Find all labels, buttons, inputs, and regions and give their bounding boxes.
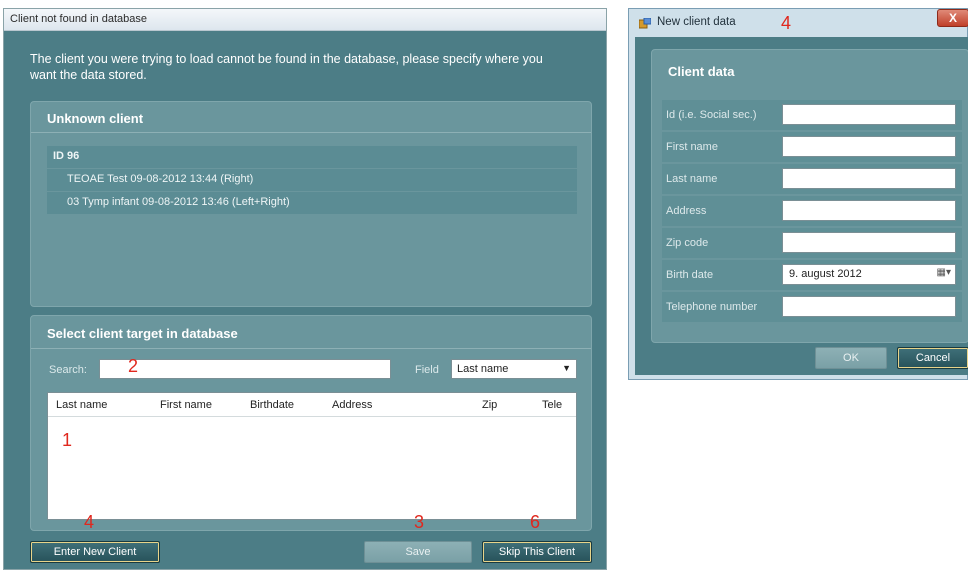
field-select[interactable]: Last name ▼ xyxy=(451,359,577,379)
ok-button[interactable]: OK xyxy=(815,347,887,369)
divider xyxy=(31,132,591,133)
annotation-label: 1 xyxy=(62,430,73,450)
unknown-client-title: Unknown client xyxy=(47,111,144,126)
column-header[interactable]: Last name xyxy=(56,399,107,411)
session-row[interactable]: TEOAE Test 09-08-2012 13:44 (Right) xyxy=(47,169,577,191)
last-name-field[interactable] xyxy=(782,168,956,189)
field-label: Field xyxy=(415,364,439,376)
enter-new-client-button[interactable]: Enter New Client xyxy=(30,541,160,563)
form-row: Telephone number xyxy=(662,292,962,322)
dialog-body: Client data Id (i.e. Social sec.) First … xyxy=(635,37,968,375)
grid-header xyxy=(48,393,576,417)
dialog-title: New client data xyxy=(657,16,736,28)
column-header[interactable]: Birthdate xyxy=(250,399,294,411)
annotation-label: 6 xyxy=(530,512,541,532)
field-label: Zip code xyxy=(666,237,709,249)
first-name-field[interactable] xyxy=(782,136,956,157)
field-label: Birth date xyxy=(666,269,714,281)
client-id-row[interactable]: ID 96 xyxy=(47,146,577,168)
column-header[interactable]: Zip xyxy=(482,399,497,411)
unknown-client-group: Unknown client ID 96 TEOAE Test 09-08-20… xyxy=(30,101,592,307)
divider xyxy=(31,348,591,349)
field-label: First name xyxy=(666,141,718,153)
id-field[interactable] xyxy=(782,104,956,125)
dialog-title: Client not found in database xyxy=(10,13,147,25)
close-icon[interactable]: X xyxy=(937,9,968,27)
select-target-group: Select client target in database Search:… xyxy=(30,315,592,531)
annotation-label: 2 xyxy=(128,356,139,376)
annotation-label: 3 xyxy=(414,512,425,532)
cancel-button[interactable]: Cancel xyxy=(897,347,968,369)
annotation-label: 4 xyxy=(84,512,95,532)
column-header[interactable]: Tele xyxy=(542,399,562,411)
form-row: Birth date 9. august 2012 ▦▾ xyxy=(662,260,962,290)
field-label: Telephone number xyxy=(666,301,758,313)
search-label: Search: xyxy=(49,364,87,376)
column-header[interactable]: Address xyxy=(332,399,372,411)
chevron-down-icon: ▼ xyxy=(562,363,571,373)
column-header[interactable]: First name xyxy=(160,399,212,411)
birth-date-picker[interactable]: 9. august 2012 ▦▾ xyxy=(782,264,956,285)
calendar-dropdown-icon[interactable]: ▦▾ xyxy=(937,267,951,278)
new-client-dialog: New client data 4 X Client data Id (i.e.… xyxy=(628,8,968,380)
form-row: First name xyxy=(662,132,962,162)
form-row: Address xyxy=(662,196,962,226)
app-icon xyxy=(638,17,652,29)
address-field[interactable] xyxy=(782,200,956,221)
zip-code-field[interactable] xyxy=(782,232,956,253)
form-row: Last name xyxy=(662,164,962,194)
save-button[interactable]: Save xyxy=(364,541,472,563)
search-input[interactable] xyxy=(99,359,391,379)
client-not-found-dialog: Client not found in database The client … xyxy=(3,8,607,570)
telephone-field[interactable] xyxy=(782,296,956,317)
field-label: Id (i.e. Social sec.) xyxy=(666,109,757,121)
form-row: Id (i.e. Social sec.) xyxy=(662,100,962,130)
session-row[interactable]: 03 Tymp infant 09-08-2012 13:46 (Left+Ri… xyxy=(47,192,577,214)
client-grid[interactable]: Last name First name Birthdate Address Z… xyxy=(47,392,577,520)
client-data-group: Client data Id (i.e. Social sec.) First … xyxy=(651,49,968,343)
form-row: Zip code xyxy=(662,228,962,258)
skip-client-button[interactable]: Skip This Client xyxy=(482,541,592,563)
client-data-title: Client data xyxy=(668,64,735,79)
annotation-label: 4 xyxy=(781,13,792,33)
select-target-title: Select client target in database xyxy=(47,326,238,341)
field-label: Last name xyxy=(666,173,718,185)
dialog-titlebar: Client not found in database xyxy=(4,9,606,31)
info-message: The client you were trying to load canno… xyxy=(30,52,543,82)
field-label: Address xyxy=(666,205,707,217)
